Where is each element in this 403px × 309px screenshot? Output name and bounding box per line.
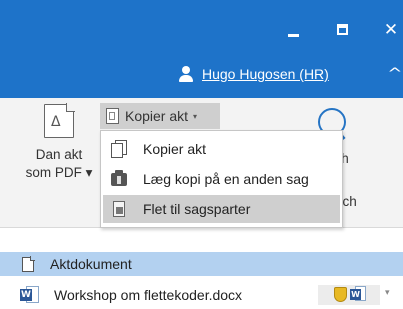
copy-document-icon	[106, 108, 119, 124]
user-icon	[178, 66, 194, 82]
chevron-down-icon[interactable]: ▾	[385, 288, 390, 298]
dan-akt-label-line1: Dan akt	[35, 147, 83, 162]
word-icon: W	[350, 286, 368, 304]
menu-item-laeg-kopi[interactable]: Læg kopi på en anden sag	[103, 165, 340, 193]
word-icon: W	[20, 285, 40, 305]
list-header-aktdokument[interactable]: Aktdokument	[0, 252, 403, 276]
merge-icon	[111, 200, 127, 218]
close-button[interactable]: ✕	[376, 18, 403, 42]
copy-icon	[111, 140, 127, 158]
dan-akt-pdf-button[interactable]: ᐃ Dan akt som PDF ▾	[18, 103, 100, 182]
user-name[interactable]: Hugo Hugosen (HR)	[202, 66, 329, 82]
kopier-akt-button[interactable]: Kopier akt ▾	[100, 103, 220, 129]
list-item-label: Workshop om flettekoder.docx	[54, 287, 243, 303]
maximize-icon	[337, 24, 348, 35]
shield-icon	[334, 287, 347, 302]
kopier-akt-menu: Kopier akt Læg kopi på en anden sag Flet…	[100, 130, 343, 228]
chevron-up-icon[interactable]: ^	[387, 66, 402, 82]
dan-akt-label-line2: som PDF ▾	[25, 165, 93, 180]
minimize-icon	[288, 34, 299, 37]
page-icon	[22, 255, 35, 272]
kopier-akt-label: Kopier akt	[125, 108, 189, 124]
pdf-icon: ᐃ	[44, 103, 75, 138]
menu-item-kopier-akt[interactable]: Kopier akt	[103, 135, 340, 163]
row-status-control[interactable]: W ▾	[318, 285, 400, 305]
list-header-label: Aktdokument	[50, 256, 132, 272]
menu-item-label: Flet til sagsparter	[143, 201, 251, 217]
folder-icon	[111, 170, 127, 188]
chevron-down-icon: ▾	[193, 111, 198, 121]
menu-item-label: Læg kopi på en anden sag	[143, 171, 309, 187]
user-link[interactable]: Hugo Hugosen (HR)	[178, 64, 329, 84]
close-icon: ✕	[383, 20, 399, 40]
minimize-button[interactable]	[278, 18, 308, 42]
title-bar: ✕ Hugo Hugosen (HR) ^	[0, 0, 403, 98]
maximize-button[interactable]	[328, 18, 358, 42]
menu-item-flet-til-sagsparter[interactable]: Flet til sagsparter	[103, 195, 340, 223]
menu-item-label: Kopier akt	[143, 141, 207, 157]
